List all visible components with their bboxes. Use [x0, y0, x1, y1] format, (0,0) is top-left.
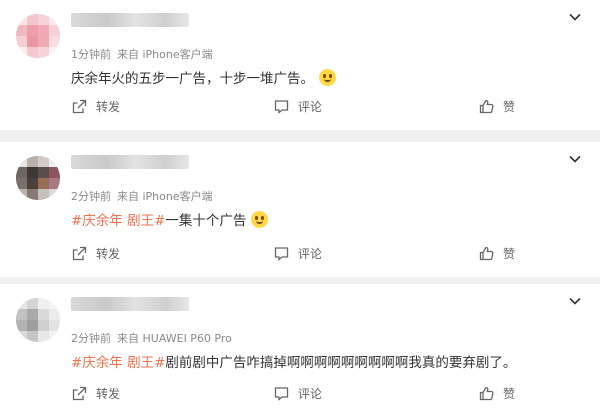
topic-tag-link[interactable]: #庆余年 剧王# [71, 213, 165, 229]
avatar[interactable] [16, 14, 60, 58]
thumbs-up-icon [479, 99, 494, 114]
avatar[interactable] [16, 156, 60, 200]
chevron-down-icon[interactable] [568, 10, 582, 24]
comment-button[interactable]: 评论 [273, 385, 322, 402]
share-label: 转发 [96, 100, 121, 114]
wink-emoji-icon [251, 211, 269, 228]
comment-card: 1分钟前 来自 iPhone客户端 庆余年火的五步一广告，十步一堆广告。 转发 评… [0, 0, 600, 130]
thumbs-up-icon [479, 246, 494, 261]
comment-text: #庆余年 剧王#剧前剧中广告咋搞掉啊啊啊啊啊啊啊啊啊我真的要弃剧了。 [71, 351, 516, 371]
comment-time: 1分钟前 [71, 48, 111, 61]
share-icon [72, 99, 87, 114]
action-bar: 转发 评论 赞 [0, 98, 600, 118]
share-icon [72, 246, 87, 261]
comment-icon [274, 100, 289, 114]
share-button[interactable]: 转发 [71, 385, 120, 402]
like-button[interactable]: 赞 [478, 385, 515, 402]
comment-body: 一集十个广告 [165, 213, 247, 229]
username-blurred[interactable] [71, 13, 189, 27]
share-label: 转发 [96, 247, 121, 261]
comment-body: 剧前剧中广告咋搞掉啊啊啊啊啊啊啊啊啊我真的要弃剧了。 [165, 355, 517, 371]
comment-label: 评论 [298, 387, 323, 401]
action-bar: 转发 评论 赞 [0, 385, 600, 405]
like-label: 赞 [503, 387, 516, 401]
share-button[interactable]: 转发 [71, 245, 120, 262]
like-label: 赞 [503, 100, 516, 114]
like-button[interactable]: 赞 [478, 98, 515, 115]
like-button[interactable]: 赞 [478, 245, 515, 262]
comment-source: 来自 iPhone客户端 [117, 190, 213, 203]
comment-label: 评论 [298, 247, 323, 261]
username-blurred[interactable] [71, 155, 189, 169]
comment-source: 来自 HUAWEI P60 Pro [117, 332, 232, 345]
smile-emoji-icon [319, 69, 336, 86]
comment-feed: 1分钟前 来自 iPhone客户端 庆余年火的五步一广告，十步一堆广告。 转发 评… [0, 0, 600, 417]
comment-button[interactable]: 评论 [273, 245, 322, 262]
username-blurred[interactable] [71, 297, 189, 311]
topic-tag-link[interactable]: #庆余年 剧王# [71, 355, 165, 371]
comment-time: 2分钟前 [71, 190, 111, 203]
share-button[interactable]: 转发 [71, 98, 120, 115]
comment-icon [274, 247, 289, 261]
comment-source: 来自 iPhone客户端 [117, 48, 213, 61]
thumbs-up-icon [479, 386, 494, 401]
chevron-down-icon[interactable] [568, 294, 582, 308]
comment-body: 庆余年火的五步一广告，十步一堆广告。 [71, 71, 314, 87]
comment-card: 2分钟前 来自 iPhone客户端 #庆余年 剧王#一集十个广告 转发 评论 赞 [0, 142, 600, 277]
comment-text: #庆余年 剧王#一集十个广告 [71, 209, 269, 229]
chevron-down-icon[interactable] [568, 152, 582, 166]
comment-time: 2分钟前 [71, 332, 111, 345]
comment-label: 评论 [298, 100, 323, 114]
comment-meta: 1分钟前 来自 iPhone客户端 [71, 46, 213, 62]
share-icon [72, 386, 87, 401]
action-bar: 转发 评论 赞 [0, 245, 600, 265]
avatar[interactable] [16, 298, 60, 342]
like-label: 赞 [503, 247, 516, 261]
comment-meta: 2分钟前 来自 iPhone客户端 [71, 188, 213, 204]
comment-card: 2分钟前 来自 HUAWEI P60 Pro #庆余年 剧王#剧前剧中广告咋搞掉啊… [0, 284, 600, 417]
share-label: 转发 [96, 387, 121, 401]
comment-meta: 2分钟前 来自 HUAWEI P60 Pro [71, 330, 232, 346]
comment-icon [274, 387, 289, 401]
comment-button[interactable]: 评论 [273, 98, 322, 115]
comment-text: 庆余年火的五步一广告，十步一堆广告。 [71, 67, 336, 87]
